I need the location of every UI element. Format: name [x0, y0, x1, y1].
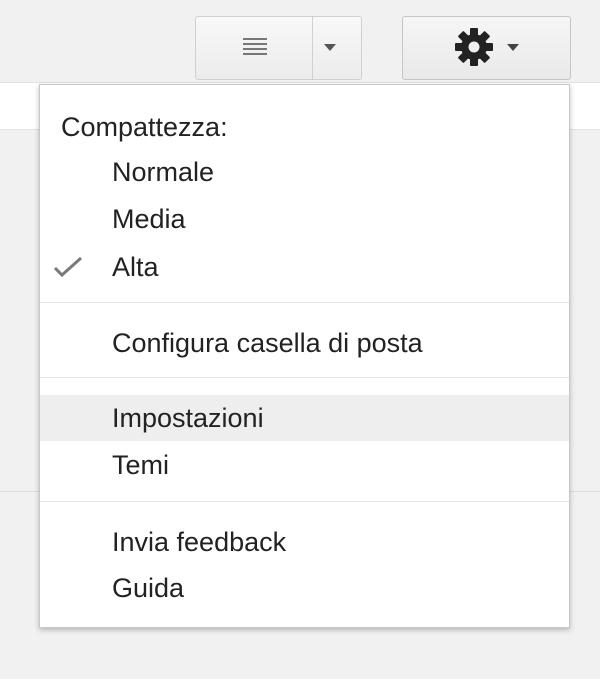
checkmark-icon	[53, 256, 83, 278]
gear-icon	[455, 28, 493, 66]
menu-item-themes[interactable]: Temi	[40, 442, 569, 488]
menu-item-help[interactable]: Guida	[40, 565, 569, 611]
menu-item-label: Temi	[112, 450, 170, 480]
menu-item-density-high[interactable]: Alta	[40, 244, 569, 290]
menu-item-label: Configura casella di posta	[112, 328, 423, 358]
menu-item-label: Media	[112, 204, 186, 234]
menu-item-label: Invia feedback	[112, 527, 287, 557]
chevron-down-icon	[507, 44, 519, 51]
settings-menu: Compattezza: Normale Media Alta Configur…	[39, 84, 570, 628]
menu-item-label: Alta	[112, 252, 159, 282]
menu-separator	[40, 501, 569, 502]
menu-item-send-feedback[interactable]: Invia feedback	[40, 519, 569, 565]
menu-separator	[40, 302, 569, 303]
density-heading: Compattezza:	[61, 112, 228, 142]
menu-item-label: Normale	[112, 157, 215, 187]
menu-separator	[40, 377, 569, 378]
lines-icon	[243, 38, 267, 55]
menu-item-settings[interactable]: Impostazioni	[40, 395, 569, 441]
menu-item-label: Impostazioni	[112, 403, 264, 433]
menu-item-label: Guida	[112, 573, 185, 603]
view-options-dropdown-button[interactable]	[312, 16, 362, 80]
menu-item-density-normal[interactable]: Normale	[40, 149, 569, 195]
chevron-down-icon	[324, 44, 336, 51]
menu-item-density-medium[interactable]: Media	[40, 196, 569, 242]
menu-item-configure-inbox[interactable]: Configura casella di posta	[40, 320, 569, 366]
